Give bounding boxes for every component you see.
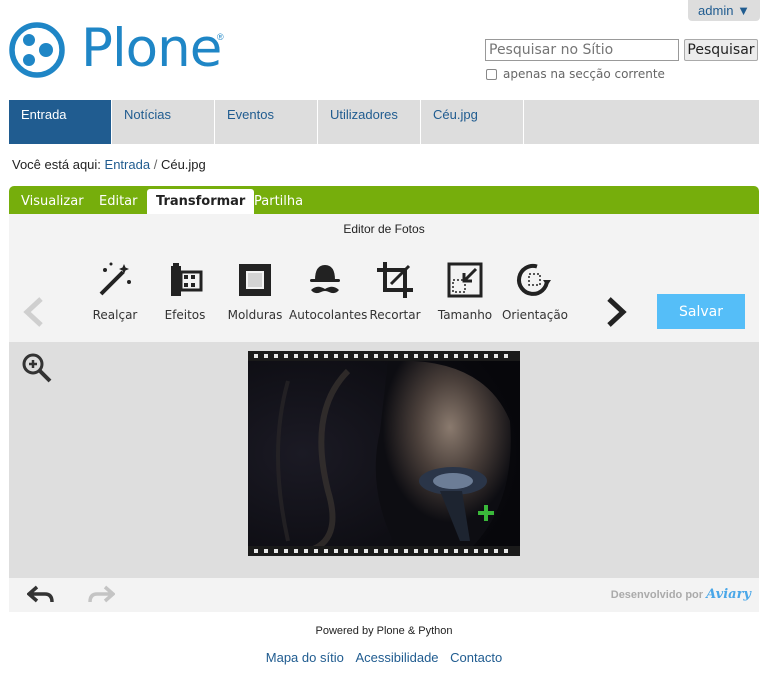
site-actions: Mapa do sítio Acessibilidade Contacto: [0, 650, 768, 665]
redo-icon[interactable]: [87, 585, 116, 608]
breadcrumb-prefix: Você está aqui:: [12, 157, 101, 172]
scope-checkbox[interactable]: [486, 68, 497, 80]
link-contact[interactable]: Contacto: [450, 650, 502, 665]
editor-canvas: [9, 342, 759, 578]
scope-label: apenas na secção corrente: [503, 67, 665, 81]
tool-label: Molduras: [227, 308, 283, 322]
photo-image: [248, 351, 520, 556]
global-nav: Entrada Notícias Eventos Utilizadores Cé…: [9, 100, 759, 144]
nav-item-eventos[interactable]: Eventos: [215, 100, 318, 144]
powered-by-label: Desenvolvido por: [610, 589, 704, 601]
tool-label: Autocolantes: [289, 308, 368, 322]
powered-by-aviary[interactable]: Desenvolvido por Aviary: [611, 587, 751, 602]
tool-label: Orientação: [501, 308, 569, 322]
magic-wand-icon: [95, 260, 135, 300]
plone-logo[interactable]: Plone ®: [9, 18, 229, 80]
breadcrumb-home-link[interactable]: Entrada: [105, 157, 151, 172]
rotate-icon: [515, 260, 555, 300]
zoom-in-icon[interactable]: [21, 352, 53, 387]
photo-editor: Editor de Fotos Realçar Efeitos Molduras…: [9, 214, 759, 612]
tab-visualizar[interactable]: Visualizar: [21, 194, 84, 209]
breadcrumb: Você está aqui: Entrada / Céu.jpg: [12, 157, 206, 172]
resize-icon: [445, 260, 485, 300]
plone-logo-icon: [9, 22, 65, 78]
logo-registered: ®: [217, 32, 224, 42]
editor-footer: Desenvolvido por Aviary: [9, 578, 759, 612]
content-views-bar: Visualizar Editar Transformar Partilha: [9, 186, 759, 214]
tab-editar[interactable]: Editar: [99, 194, 138, 209]
user-menu-admin[interactable]: admin ▼: [688, 0, 760, 21]
aviary-logo: Aviary: [706, 587, 751, 602]
link-accessibility[interactable]: Acessibilidade: [355, 650, 438, 665]
tool-autocolantes[interactable]: Autocolantes: [289, 260, 368, 322]
tool-efeitos[interactable]: Efeitos: [149, 260, 221, 322]
tool-label: Tamanho: [437, 308, 493, 322]
tab-partilha[interactable]: Partilha: [254, 194, 303, 209]
save-button[interactable]: Salvar: [657, 294, 745, 329]
tool-recortar[interactable]: Recortar: [359, 260, 431, 322]
editor-toolbar: Realçar Efeitos Molduras Autocolantes Re…: [9, 238, 759, 342]
search-button[interactable]: Pesquisar: [684, 39, 758, 61]
crop-icon: [375, 260, 415, 300]
tool-label: Recortar: [369, 308, 421, 322]
footer-powered-by: Powered by Plone & Python: [315, 625, 453, 637]
nav-item-noticias[interactable]: Notícias: [112, 100, 215, 144]
nav-item-ceu-jpg[interactable]: Céu.jpg: [421, 100, 524, 144]
tool-realcar[interactable]: Realçar: [79, 260, 151, 322]
tab-transformar[interactable]: Transformar: [147, 189, 255, 214]
link-sitemap[interactable]: Mapa do sítio: [266, 650, 344, 665]
scroll-left-arrow-icon[interactable]: [21, 296, 47, 331]
breadcrumb-current: Céu.jpg: [160, 157, 206, 172]
tool-molduras[interactable]: Molduras: [219, 260, 291, 322]
editor-title: Editor de Fotos: [343, 222, 425, 236]
tool-tamanho[interactable]: Tamanho: [429, 260, 501, 322]
tool-label: Efeitos: [164, 308, 206, 322]
nav-item-entrada[interactable]: Entrada: [9, 100, 112, 144]
undo-icon[interactable]: [26, 585, 55, 608]
nav-item-utilizadores[interactable]: Utilizadores: [318, 100, 421, 144]
photo-preview[interactable]: [248, 351, 520, 556]
hat-mustache-icon: [305, 260, 345, 300]
search-scope-option[interactable]: apenas na secção corrente: [486, 67, 665, 81]
logo-wordmark: Plone: [81, 18, 222, 79]
frame-icon: [235, 260, 275, 300]
scroll-right-arrow-icon[interactable]: [603, 296, 629, 331]
tool-orientacao[interactable]: Orientação: [499, 260, 571, 322]
film-icon: [165, 260, 205, 300]
search-input[interactable]: [485, 39, 679, 61]
breadcrumb-separator: /: [153, 157, 158, 172]
tool-label: Realçar: [92, 308, 138, 322]
